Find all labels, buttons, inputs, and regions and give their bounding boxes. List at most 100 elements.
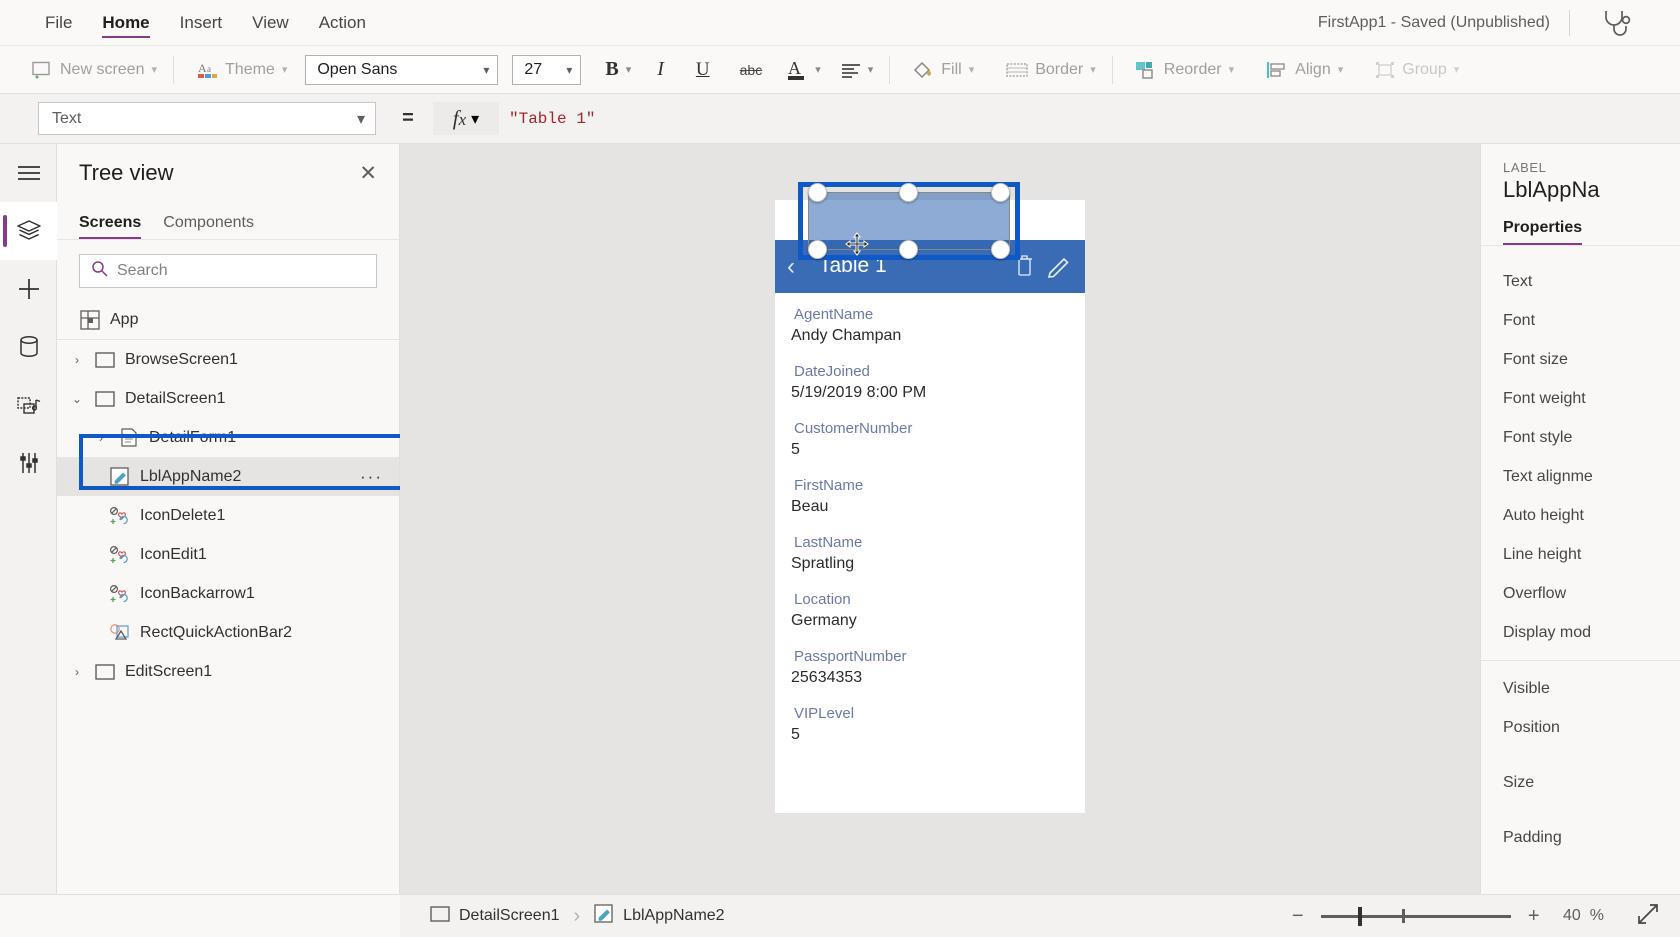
chevron-right-icon[interactable]: › xyxy=(93,431,109,445)
strikethrough-button[interactable]: abc xyxy=(726,52,777,88)
font-family-select[interactable]: Open Sans ▾ xyxy=(305,54,499,85)
tree-node-iconbackarrow1[interactable]: IconBackarrow1 xyxy=(57,574,399,613)
menu-item-file[interactable]: File xyxy=(30,0,87,46)
close-icon[interactable]: ✕ xyxy=(359,163,377,184)
canvas-area[interactable]: ‹ Table 1 AgentName Andy Champan DateJoi… xyxy=(400,144,1480,894)
property-row-overflow[interactable]: Overflow xyxy=(1481,574,1680,613)
font-size-select[interactable]: 27 ▾ xyxy=(512,54,582,85)
form-field[interactable]: CustomerNumber 5 xyxy=(791,418,1073,461)
underline-icon: U xyxy=(695,58,710,80)
text-align-button[interactable]: ▾ xyxy=(831,52,884,88)
font-color-icon: A xyxy=(786,58,808,82)
border-button[interactable]: Border ▾ xyxy=(996,52,1106,88)
chevron-right-icon[interactable]: › xyxy=(69,353,85,367)
menu-item-home[interactable]: Home xyxy=(87,0,164,46)
form-field[interactable]: DateJoined 5/19/2019 8:00 PM xyxy=(791,361,1073,404)
zoom-out-button[interactable]: − xyxy=(1281,905,1315,928)
form-field[interactable]: VIPLevel 5 xyxy=(791,703,1073,746)
tree-node-iconedit1[interactable]: IconEdit1 xyxy=(57,535,399,574)
menu-item-insert[interactable]: Insert xyxy=(165,0,238,46)
chevron-down-icon[interactable]: ⌄ xyxy=(69,392,85,406)
search-box[interactable] xyxy=(79,254,377,288)
power-apps-studio: File Home Insert View Action FirstApp1 -… xyxy=(0,0,1680,937)
align-left-icon xyxy=(841,62,861,78)
fx-button[interactable]: fx ▾ xyxy=(433,102,499,135)
fill-bucket-icon xyxy=(912,60,934,80)
trash-icon[interactable] xyxy=(1016,254,1033,281)
zoom-slider-thumb[interactable] xyxy=(1357,907,1362,926)
group-button[interactable]: Group ▾ xyxy=(1365,52,1469,88)
property-row-font-weight[interactable]: Font weight xyxy=(1481,379,1680,418)
tree-node-detailscreen1[interactable]: ⌄ DetailScreen1 xyxy=(57,379,399,418)
field-value: 25634353 xyxy=(791,669,863,686)
property-row-text-alignment[interactable]: Text alignme xyxy=(1481,457,1680,496)
property-row-position[interactable]: Position xyxy=(1481,708,1680,747)
form-field[interactable]: PassportNumber 25634353 xyxy=(791,646,1073,689)
new-screen-button[interactable]: New screen ▾ xyxy=(22,52,167,88)
font-color-button[interactable]: A ▾ xyxy=(776,52,831,88)
menu-item-view[interactable]: View xyxy=(237,0,304,46)
overflow-menu-icon[interactable]: ··· xyxy=(360,467,383,487)
reorder-button[interactable]: Reorder ▾ xyxy=(1125,52,1244,88)
align-label: Align xyxy=(1295,60,1331,78)
property-row-size[interactable]: Size xyxy=(1481,763,1680,802)
theme-icon: A a xyxy=(198,61,218,79)
property-row-line-height[interactable]: Line height xyxy=(1481,535,1680,574)
theme-button[interactable]: A a Theme ▾ xyxy=(188,52,297,88)
properties-tabs: Properties xyxy=(1481,203,1680,246)
app-screen-preview[interactable]: ‹ Table 1 AgentName Andy Champan DateJoi… xyxy=(775,200,1085,813)
property-row-font-size[interactable]: Font size xyxy=(1481,340,1680,379)
property-select[interactable]: Text ▾ xyxy=(38,102,376,135)
tab-components[interactable]: Components xyxy=(163,214,254,239)
data-icon[interactable] xyxy=(0,318,57,376)
tree-node-rectquickactionbar2[interactable]: RectQuickActionBar2 xyxy=(57,613,399,652)
statusbar-left-filler xyxy=(0,894,400,937)
breadcrumb-lblappname2[interactable]: LblAppName2 xyxy=(580,895,738,937)
search-input[interactable] xyxy=(117,262,365,280)
app-name-label[interactable]: Table 1 xyxy=(819,254,887,278)
hamburger-icon[interactable] xyxy=(0,144,57,202)
formula-input[interactable]: "Table 1" xyxy=(509,102,1670,135)
tree-node-detailform1[interactable]: › DetailForm1 xyxy=(57,418,399,457)
italic-button[interactable]: I xyxy=(641,52,680,88)
media-icon[interactable] xyxy=(0,376,57,434)
zoom-in-button[interactable]: + xyxy=(1517,905,1551,928)
property-row-padding[interactable]: Padding xyxy=(1481,818,1680,857)
property-row-display-mode[interactable]: Display mod xyxy=(1481,613,1680,652)
tab-properties[interactable]: Properties xyxy=(1503,219,1583,245)
form-field[interactable]: LastName Spratling xyxy=(791,532,1073,575)
align-button[interactable]: Align ▾ xyxy=(1256,52,1353,88)
zoom-slider[interactable] xyxy=(1320,906,1511,926)
chevron-right-icon[interactable]: › xyxy=(69,665,85,679)
variables-icon[interactable] xyxy=(0,434,57,492)
breadcrumb-detailscreen1[interactable]: DetailScreen1 xyxy=(416,895,574,937)
tree-node-browsescreen1[interactable]: › BrowseScreen1 xyxy=(57,340,399,379)
pencil-icon[interactable] xyxy=(1047,253,1072,283)
quick-action-bar[interactable]: ‹ Table 1 xyxy=(775,240,1085,293)
stethoscope-icon[interactable] xyxy=(1600,8,1634,38)
property-row-auto-height[interactable]: Auto height xyxy=(1481,496,1680,535)
form-field[interactable]: Location Germany xyxy=(791,589,1073,632)
back-arrow-icon[interactable]: ‹ xyxy=(787,253,795,281)
form-field[interactable]: AgentName Andy Champan xyxy=(791,304,1073,347)
property-row-text[interactable]: Text xyxy=(1481,262,1680,301)
property-row-font[interactable]: Font xyxy=(1481,301,1680,340)
bold-icon: B xyxy=(605,58,619,80)
fill-button[interactable]: Fill ▾ xyxy=(902,52,984,88)
menu-item-action[interactable]: Action xyxy=(304,0,381,46)
form-field[interactable]: FirstName Beau xyxy=(791,475,1073,518)
property-row-visible[interactable]: Visible xyxy=(1481,669,1680,708)
expand-icon[interactable] xyxy=(1636,902,1660,931)
tree-view-icon[interactable] xyxy=(0,202,57,260)
bold-button[interactable]: B ▾ xyxy=(595,52,641,88)
tree-node-lblappname2[interactable]: LblAppName2 ··· xyxy=(57,457,399,496)
tree-view-panel: Tree view ✕ Screens Components Search Ap… xyxy=(57,144,400,894)
tree-node-editscreen1[interactable]: › EditScreen1 xyxy=(57,652,399,691)
underline-button[interactable]: U xyxy=(680,52,726,88)
control-kind-label: LABEL xyxy=(1503,160,1547,175)
tab-screens[interactable]: Screens xyxy=(79,214,142,239)
tree-node-icondelete1[interactable]: IconDelete1 xyxy=(57,496,399,535)
insert-icon[interactable] xyxy=(0,260,57,318)
tree-node-app[interactable]: App xyxy=(57,300,399,339)
property-row-font-style[interactable]: Font style xyxy=(1481,418,1680,457)
